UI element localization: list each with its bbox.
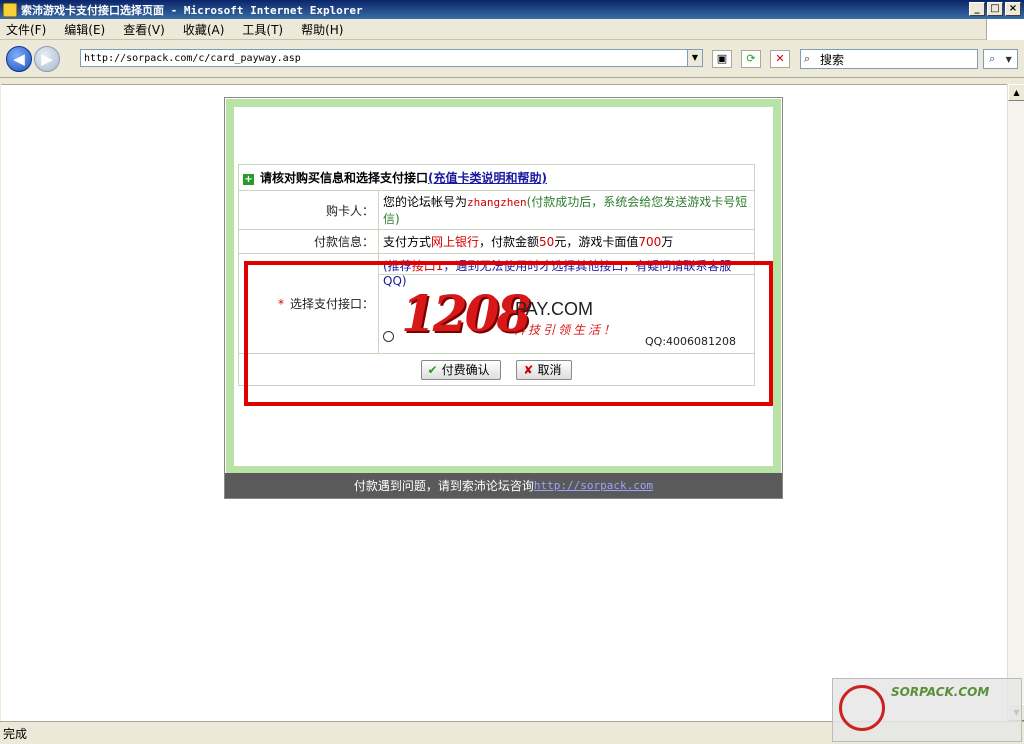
go-page-button[interactable]: ▣ bbox=[712, 50, 732, 68]
interface-option-1208pay[interactable]: 1208 PAY.COM 科技引领生活！ QQ:4006081208 bbox=[379, 275, 754, 353]
payment-label: 付款信息： bbox=[238, 229, 379, 254]
address-dropdown-button[interactable]: ▼ bbox=[687, 50, 702, 66]
buyer-row: 购卡人： 您的论坛帐号为zhangzhen(付款成功后，系统会给您发送游戏卡号短… bbox=[238, 190, 755, 230]
footer-text: 付款遇到问题，请到索沛论坛咨询 bbox=[353, 479, 534, 493]
menu-file[interactable]: 文件(F) bbox=[6, 21, 46, 38]
title-bar: 索沛游戏卡支付接口选择页面 - Microsoft Internet Explo… bbox=[0, 0, 1024, 19]
menu-view[interactable]: 查看(V) bbox=[123, 21, 165, 38]
address-url[interactable]: http://sorpack.com/c/card_payway.asp bbox=[81, 53, 687, 64]
select-label: 选择支付接口： bbox=[289, 297, 374, 311]
address-input[interactable]: http://sorpack.com/c/card_payway.asp ▼ bbox=[80, 49, 703, 67]
refresh-button[interactable]: ⟳ bbox=[741, 50, 761, 68]
interface-radio[interactable] bbox=[383, 330, 394, 342]
ie-icon bbox=[3, 2, 17, 17]
buyer-account: zhangzhen bbox=[467, 196, 527, 209]
page-icon: ▣ bbox=[716, 52, 728, 65]
check-icon: ✔ bbox=[427, 362, 438, 377]
button-row: ✔ 付费确认 ✘ 取消 bbox=[238, 353, 755, 386]
search-button[interactable]: ⌕ ▼ bbox=[983, 49, 1018, 69]
chevron-down-icon: ▼ bbox=[1005, 54, 1012, 64]
cross-icon: ✘ bbox=[523, 362, 534, 377]
refresh-icon: ⟳ bbox=[746, 52, 756, 65]
window-title: 索沛游戏卡支付接口选择页面 - Microsoft Internet Explo… bbox=[21, 3, 363, 17]
menu-bar: 文件(F) 编辑(E) 查看(V) 收藏(A) 工具(T) 帮助(H) bbox=[0, 19, 1024, 40]
select-interface-row: * 选择支付接口： (推荐接口1，遇到无法使用时才选择其他接口，有疑问请联系客服Q… bbox=[238, 253, 755, 354]
logo-slogan: 科技引领生活！ bbox=[513, 322, 619, 337]
pay-text-1: 支付方式 bbox=[383, 235, 432, 249]
stop-icon: ✕ bbox=[775, 52, 785, 65]
menu-help[interactable]: 帮助(H) bbox=[301, 21, 343, 38]
pay-text-3: 元，游戏卡面值 bbox=[554, 235, 639, 249]
watermark-emblem-icon bbox=[839, 685, 885, 731]
forward-button[interactable]: ▶ bbox=[34, 46, 60, 72]
menu-edit[interactable]: 编辑(E) bbox=[64, 21, 105, 38]
pay-text-2: ，付款金额 bbox=[479, 235, 540, 249]
maximize-button[interactable]: □ bbox=[987, 2, 1003, 16]
arrow-right-icon: ▶ bbox=[41, 50, 53, 68]
cancel-button[interactable]: ✘ 取消 bbox=[516, 359, 573, 380]
pay-face-value: 700 bbox=[638, 235, 662, 249]
required-star-icon: * bbox=[277, 297, 284, 311]
logo-1208: 1208 bbox=[401, 283, 531, 343]
page-footer: 付款遇到问题，请到索沛论坛咨询 http://sorpack.com bbox=[225, 473, 782, 498]
payment-row: 付款信息： 支付方式网上银行，付款金额50元，游戏卡面值700万 bbox=[238, 229, 755, 254]
section-title: 请核对购买信息和选择支付接口 bbox=[260, 171, 429, 185]
logo-pay-com: PAY.COM bbox=[515, 298, 594, 319]
watermark-text: SORPACK.COM bbox=[891, 685, 990, 699]
help-link[interactable]: (充值卡类说明和帮助) bbox=[428, 171, 547, 185]
menu-favorites[interactable]: 收藏(A) bbox=[183, 21, 225, 38]
confirm-payment-button[interactable]: ✔ 付费确认 bbox=[420, 359, 501, 380]
buyer-label: 购卡人： bbox=[238, 190, 379, 230]
windows-logo-icon bbox=[986, 19, 1024, 40]
stop-button[interactable]: ✕ bbox=[770, 50, 790, 68]
recommend-interface: 接口1 bbox=[411, 258, 444, 273]
magnifier-icon: ⌕ bbox=[804, 52, 811, 65]
footer-link[interactable]: http://sorpack.com bbox=[534, 479, 653, 492]
recommend-note: (推荐接口1，遇到无法使用时才选择其他接口，有疑问请联系客服QQ) bbox=[379, 255, 754, 288]
cancel-label: 取消 bbox=[537, 362, 562, 377]
logo-qq: QQ:4006081208 bbox=[645, 334, 737, 348]
table-header-row: + 请核对购买信息和选择支付接口(充值卡类说明和帮助) bbox=[238, 164, 755, 191]
search-icon: ⌕ bbox=[989, 52, 996, 65]
watermark-logo: SORPACK.COM bbox=[832, 678, 1022, 742]
scroll-up-icon[interactable]: ▲ bbox=[1008, 84, 1024, 101]
back-button[interactable]: ◀ bbox=[6, 46, 32, 72]
status-text: 完成 bbox=[3, 726, 28, 741]
order-info-table: + 请核对购买信息和选择支付接口(充值卡类说明和帮助) 购卡人： 您的论坛帐号为z… bbox=[238, 164, 755, 386]
pay-method: 网上银行 bbox=[431, 235, 480, 249]
browser-viewport: + 请核对购买信息和选择支付接口(充值卡类说明和帮助) 购卡人： 您的论坛帐号为z… bbox=[1, 84, 1007, 721]
confirm-label: 付费确认 bbox=[441, 362, 490, 377]
plus-icon: + bbox=[243, 174, 254, 185]
buyer-prefix: 您的论坛帐号为 bbox=[383, 195, 468, 209]
recommend-open: (推荐 bbox=[383, 258, 412, 273]
payment-panel: + 请核对购买信息和选择支付接口(充值卡类说明和帮助) 购卡人： 您的论坛帐号为z… bbox=[224, 97, 783, 499]
vertical-scrollbar[interactable]: ▲ ▼ bbox=[1007, 84, 1024, 721]
close-button[interactable]: × bbox=[1005, 2, 1021, 16]
search-label: 搜索 bbox=[820, 52, 845, 67]
minimize-button[interactable]: _ bbox=[969, 2, 985, 16]
arrow-left-icon: ◀ bbox=[13, 50, 25, 68]
pay-amount: 50 bbox=[539, 235, 555, 249]
pay-text-4: 万 bbox=[661, 235, 674, 249]
address-bar: ◀ ▶ http://sorpack.com/c/card_payway.asp… bbox=[0, 41, 1024, 78]
menu-tools[interactable]: 工具(T) bbox=[242, 21, 283, 38]
search-input[interactable]: ⌕ 搜索 bbox=[800, 49, 978, 69]
